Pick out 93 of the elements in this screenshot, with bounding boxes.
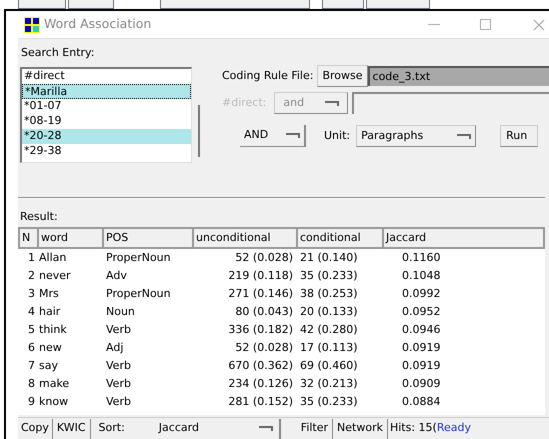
close-icon[interactable] — [533, 18, 545, 30]
table-cell-text: hair — [38, 304, 62, 320]
table-cell-text: 52 (0.028) — [234, 250, 294, 266]
table-cell-text: make — [38, 376, 70, 392]
caret-icon — [325, 100, 340, 106]
table-cell-text: 8 — [27, 376, 36, 392]
table-cell-text: 0.0992 — [401, 286, 442, 302]
column-header[interactable]: N — [20, 229, 39, 247]
table-cell-text: 21 (0.140) — [299, 250, 359, 266]
table-cell-text: 0.0946 — [401, 322, 442, 338]
table-cell-text: 38 (0.253) — [299, 286, 359, 302]
table-cell-text: 670 (0.362) — [227, 358, 294, 374]
table-cell-text: 336 (0.182) — [227, 322, 294, 338]
minimize-icon[interactable] — [428, 24, 440, 26]
column-header[interactable]: word — [39, 229, 104, 247]
toolbar-button[interactable] — [18, 0, 66, 9]
table-cell-text: new — [38, 340, 63, 356]
table-cell-text: say — [38, 358, 59, 374]
table-cell-text: 2 — [27, 268, 36, 284]
app-icon — [24, 16, 40, 32]
list-item[interactable]: *20-28 — [22, 129, 191, 144]
table-cell-text: Adj — [105, 340, 124, 356]
toolbar-button[interactable] — [322, 0, 364, 9]
table-cell-text: ProperNoun — [105, 286, 172, 302]
table-cell-text: 42 (0.280) — [299, 322, 359, 338]
caret-icon — [258, 426, 273, 431]
table-cell-text: 35 (0.233) — [299, 268, 359, 284]
caret-icon — [286, 133, 300, 138]
table-cell-text: Allan — [38, 250, 68, 266]
table-cell-text: ProperNoun — [105, 250, 172, 266]
table-cell-text: Verb — [105, 394, 132, 410]
sort-dropdown[interactable]: Jaccard — [128, 418, 281, 438]
table-cell-text: 69 (0.460) — [299, 358, 359, 374]
table-cell-text: 0.1160 — [401, 250, 442, 266]
column-header[interactable]: conditional — [298, 229, 384, 247]
table-cell-text: 0.0952 — [401, 304, 442, 320]
table-cell-text: 234 (0.126) — [227, 376, 294, 392]
table-cell-text: Mrs — [38, 286, 60, 302]
result-label: Result: — [19, 209, 59, 225]
filter-button[interactable]: Filter — [296, 418, 334, 438]
run-button[interactable]: Run — [500, 125, 538, 147]
table-cell-text: 4 — [27, 304, 36, 320]
column-header[interactable]: POS — [104, 229, 194, 247]
and-dropdown[interactable]: AND — [240, 125, 306, 147]
table-cell-text: know — [38, 394, 70, 410]
maximize-icon[interactable] — [480, 19, 491, 30]
table-cell-text: 80 (0.043) — [234, 304, 294, 320]
table-cell-text: 0.0884 — [401, 394, 442, 410]
column-header[interactable]: unconditional — [194, 229, 298, 247]
table-cell-text: 6 — [27, 340, 36, 356]
unit-label: Unit: — [324, 128, 350, 144]
toolbar-field[interactable] — [160, 0, 310, 9]
toolbar-button[interactable] — [366, 0, 430, 9]
copy-button[interactable]: Copy — [18, 418, 53, 438]
table-cell-text: 9 — [27, 394, 36, 410]
list-item[interactable]: *Marilla — [22, 84, 191, 99]
table-cell-text: Noun — [105, 304, 136, 320]
caret-icon — [457, 134, 472, 138]
toolbar-button[interactable] — [68, 0, 114, 9]
table-cell-text: 32 (0.213) — [299, 376, 359, 392]
table-cell-text: 1 — [27, 250, 36, 266]
table-cell-text: 271 (0.146) — [227, 286, 294, 302]
table-cell-text: 281 (0.152) — [227, 394, 294, 410]
table-cell-text: 52 (0.028) — [234, 340, 294, 356]
table-cell-text: Verb — [105, 376, 132, 392]
table-cell-text: 3 — [27, 286, 36, 302]
unit-dropdown[interactable]: Paragraphs — [356, 125, 476, 147]
sort-label: Sort: — [98, 420, 125, 436]
table-cell-text: 219 (0.118) — [227, 268, 294, 284]
column-header[interactable]: Jaccard — [384, 229, 543, 247]
table-cell-text: never — [38, 268, 72, 284]
table-cell-text: 0.0919 — [401, 340, 442, 356]
table-cell-text: 0.1048 — [401, 268, 442, 284]
table-cell-text: think — [38, 322, 68, 338]
direct-field[interactable] — [352, 92, 549, 114]
table-cell-text: Verb — [105, 322, 132, 338]
table-cell-text: Verb — [105, 358, 132, 374]
table-cell-text: 7 — [27, 358, 36, 374]
coding-rule-label: Coding Rule File: — [222, 68, 314, 84]
network-button[interactable]: Network — [333, 418, 388, 438]
hits-count: Hits: 15( — [390, 420, 437, 436]
entry-list[interactable]: #direct *Marilla *01-07 *08-19 *20-28 *29-38 — [20, 67, 192, 163]
window-title: Word Association — [44, 15, 152, 34]
table-cell-text: 35 (0.233) — [299, 394, 359, 410]
table-cell-text: 20 (0.133) — [299, 304, 359, 320]
kwic-button[interactable]: KWIC — [52, 418, 91, 438]
table-cell-text: 0.0909 — [401, 376, 442, 392]
table-cell-text: 0.0919 — [401, 358, 442, 374]
status-text: Ready — [436, 420, 472, 436]
table-cell-text: Adv — [105, 268, 128, 284]
table-cell-text: 17 (0.113) — [299, 340, 359, 356]
table-cell-text: 5 — [27, 322, 36, 338]
search-entry-label: Search Entry: — [20, 45, 96, 61]
